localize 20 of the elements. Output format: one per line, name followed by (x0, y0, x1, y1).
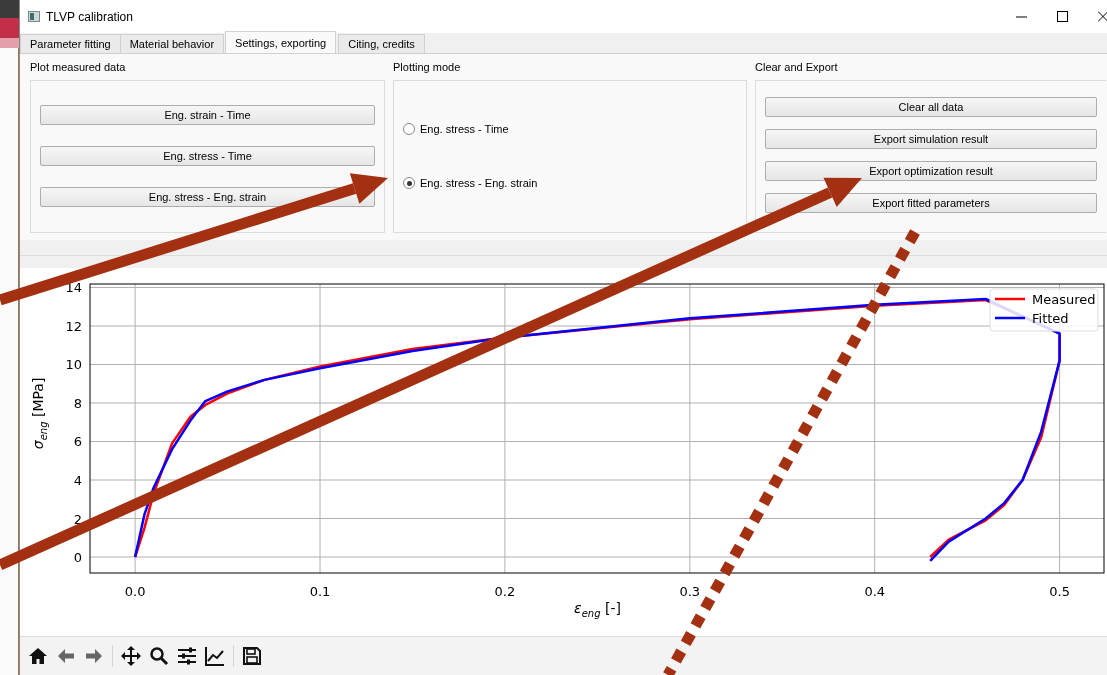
y-tick-label: 0 (73, 550, 82, 565)
y-tick-label: 4 (73, 473, 82, 488)
group-title: Clear and Export (755, 61, 838, 73)
y-tick-label: 8 (73, 396, 82, 411)
y-tick-label: 2 (73, 511, 82, 527)
y-tick-label: 12 (65, 318, 82, 334)
y-tick-label: 6 (73, 434, 82, 450)
window-title: TLVP calibration (46, 9, 134, 24)
x-tick-label: 0.4 (864, 584, 886, 598)
x-tick-label: 0.5 (1049, 584, 1070, 598)
x-tick-label: 0.3 (679, 584, 701, 598)
y-tick-label: 10 (65, 357, 82, 373)
legend-label: Fitted (1032, 311, 1069, 326)
group-title: Plot measured data (30, 61, 126, 73)
legend-label: Measured (1032, 292, 1096, 307)
x-tick-label: 0.2 (494, 584, 516, 598)
x-axis-label: ε$_{eng}$ [-] (574, 599, 621, 618)
x-tick-label: 0.1 (309, 584, 331, 598)
x-tick-label: 0.0 (124, 584, 146, 598)
group-title: Plotting mode (393, 61, 461, 73)
